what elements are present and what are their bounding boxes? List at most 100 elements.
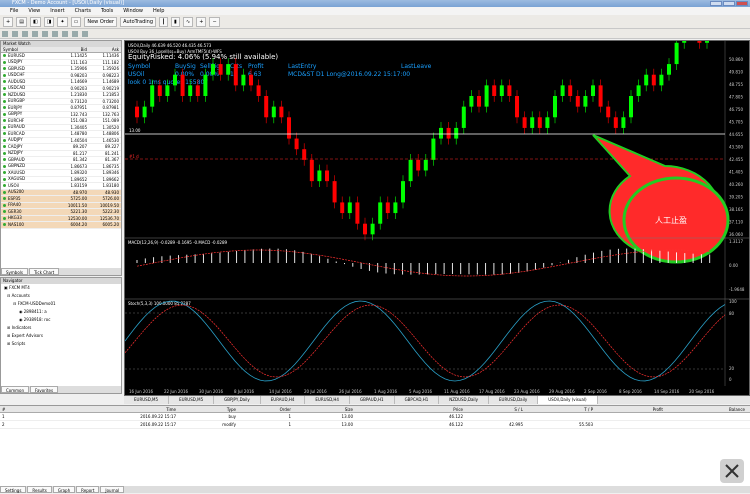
tree-account-1[interactable]: ◉ 2898411: a <box>1 308 121 316</box>
tab-journal[interactable]: Journal <box>100 486 125 493</box>
navigator-icon[interactable]: ✦ <box>57 16 68 27</box>
col-sl[interactable]: S / L <box>465 406 525 412</box>
col-profit[interactable]: Profit <box>595 406 665 412</box>
col-bid[interactable]: Bid <box>55 47 89 52</box>
menu-tools[interactable]: Tools <box>101 7 113 15</box>
tree-server[interactable]: ⊟ FXCM-USDDemo01 <box>1 300 121 308</box>
col-tp[interactable]: T / P <box>525 406 595 412</box>
time-axis-label: 11 Aug 2016 <box>444 389 470 394</box>
tree-accounts[interactable]: ⊟ Accounts <box>1 292 121 300</box>
chart-window[interactable]: USOil,Daily 46.639 46.520 46.435 46.573 U… <box>124 40 750 396</box>
result-row[interactable]: 2 2016.09.22 15:17 modify 1 13.00 46.122 42.99… <box>0 421 750 429</box>
col-num[interactable]: # <box>0 406 18 412</box>
candle-body <box>705 41 709 43</box>
col-order[interactable]: Order <box>238 406 293 412</box>
candle-body <box>302 149 307 160</box>
chart-tab[interactable]: EURUSD,M5 <box>124 396 170 404</box>
col-ask[interactable]: Ask <box>89 47 121 52</box>
chart-tab[interactable]: EURAUD,H4 <box>261 396 306 404</box>
fibo-icon[interactable] <box>62 31 68 37</box>
trendline-icon[interactable] <box>42 31 48 37</box>
symbol-cell: GBPUSD <box>1 66 55 72</box>
candle-body <box>317 170 322 182</box>
symbol-cell: USOil <box>1 183 55 189</box>
menu-insert[interactable]: Insert <box>50 7 64 15</box>
price-chart[interactable]: USOil,Daily 46.639 46.520 46.435 46.573 U… <box>125 41 750 397</box>
candle-body <box>218 64 223 75</box>
tree-root[interactable]: ▣ FXCM MT4 <box>1 284 121 292</box>
crosshair-icon[interactable] <box>12 31 18 37</box>
hline-icon[interactable] <box>32 31 38 37</box>
menu-view[interactable]: View <box>28 7 40 15</box>
terminal-icon[interactable]: ▭ <box>70 16 82 27</box>
tab-tick-chart[interactable]: Tick Chart <box>28 268 60 275</box>
tab-settings[interactable]: Settings <box>0 486 27 493</box>
tab-favorites[interactable]: Favorites <box>30 386 59 393</box>
candle-body <box>636 85 641 96</box>
col-type[interactable]: Type <box>178 406 238 412</box>
new-chart-icon[interactable]: + <box>3 16 14 27</box>
zoom-overlay[interactable] <box>720 459 744 483</box>
data-window-icon[interactable]: ◨ <box>43 16 55 27</box>
menu-file[interactable]: File <box>10 7 18 15</box>
ea-table-head: BuySig <box>175 63 196 70</box>
candle-body <box>211 64 215 75</box>
symbol-cell: XAGUSD <box>1 176 55 183</box>
symbol-status-icon <box>3 177 6 181</box>
tab-symbols[interactable]: Symbols <box>1 268 28 275</box>
symbol-status-icon <box>3 197 6 201</box>
text-icon[interactable] <box>72 31 78 37</box>
col-price[interactable]: Price <box>355 406 465 412</box>
autotrading-button[interactable]: AutoTrading <box>120 16 157 27</box>
col-balance[interactable]: Balance <box>665 406 747 412</box>
tab-common[interactable]: Common <box>1 386 30 393</box>
bid-cell: 1.30405 <box>70 124 87 130</box>
bid-cell: 1.46504 <box>70 137 87 143</box>
minimize-button[interactable] <box>710 1 722 6</box>
tree-scripts[interactable]: ⊞ Scripts <box>1 340 121 348</box>
chart-tab[interactable]: EURUSD,Daily <box>489 396 539 404</box>
tab-results[interactable]: Results <box>27 486 52 493</box>
maximize-button[interactable] <box>723 1 735 6</box>
tree-account-2[interactable]: ◉ 2938918: roc <box>1 316 121 324</box>
candles-icon[interactable]: ▮ <box>171 16 181 27</box>
market-watch-panel: Market Watch Symbol Bid Ask EURUSD 1.1142… <box>0 40 122 276</box>
chart-tab[interactable]: EURUSD,M5 <box>169 396 215 404</box>
line-chart-icon[interactable]: ∿ <box>183 16 194 27</box>
tree-experts[interactable]: ⊞ Expert Advisors <box>1 332 121 340</box>
result-cell <box>525 413 595 420</box>
col-size[interactable]: Size <box>293 406 355 412</box>
market-watch-row[interactable]: NAS100 6004.20 6005.20 <box>1 222 121 229</box>
col-symbol[interactable]: Symbol <box>1 47 55 52</box>
bar-chart-icon[interactable]: ┃ <box>159 16 169 27</box>
candle-body <box>355 202 360 224</box>
new-order-button[interactable]: New Order <box>84 16 118 27</box>
tree-indicators[interactable]: ⊞ Indicators <box>1 324 121 332</box>
chart-tab[interactable]: USOil,Daily (visual) <box>538 396 598 404</box>
vline-icon[interactable] <box>22 31 28 37</box>
channel-icon[interactable] <box>52 31 58 37</box>
bid-cell: 0.90203 <box>70 85 87 91</box>
chart-tab[interactable]: GBPAUD,H1 <box>350 396 395 404</box>
label-icon[interactable] <box>82 31 88 37</box>
menu-help[interactable]: Help <box>153 7 164 15</box>
close-button[interactable] <box>736 1 748 6</box>
symbol-status-icon <box>3 203 6 207</box>
macd-axis-label: 0.00 <box>729 263 738 268</box>
col-time[interactable]: Time <box>18 406 178 412</box>
profiles-icon[interactable]: ▤ <box>16 16 27 27</box>
tab-report[interactable]: Report <box>76 486 100 493</box>
menu-charts[interactable]: Charts <box>75 7 91 15</box>
zoom-out-icon[interactable]: − <box>209 16 220 27</box>
chart-tab[interactable]: GBPJPY,Daily <box>214 396 261 404</box>
cursor-icon[interactable] <box>2 31 8 37</box>
bid-cell: 132.743 <box>70 111 87 117</box>
result-row[interactable]: 1 2016.09.22 15:17 buy 1 13.00 46.122 <box>0 413 750 421</box>
zoom-in-icon[interactable]: + <box>196 16 207 27</box>
chart-tab[interactable]: NZDUSD,Daily <box>439 396 490 404</box>
tab-graph[interactable]: Graph <box>52 486 76 493</box>
market-watch-icon[interactable]: ◧ <box>29 16 41 27</box>
chart-tab[interactable]: GBPCAD,H1 <box>395 396 440 404</box>
menu-window[interactable]: Window <box>123 7 143 15</box>
chart-tab[interactable]: EURUSD,H4 <box>305 396 350 404</box>
